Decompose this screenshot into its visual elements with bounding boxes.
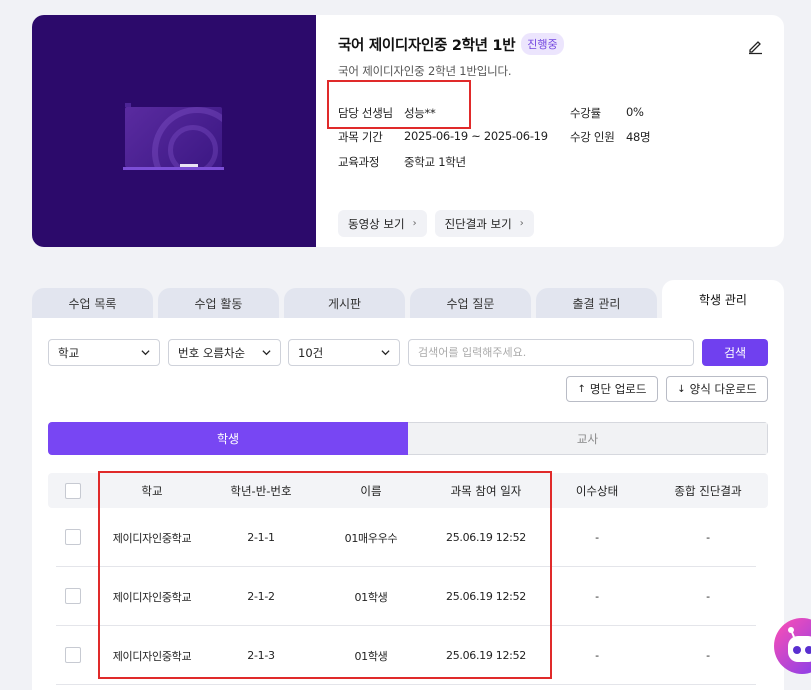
select-all-checkbox[interactable] — [65, 483, 81, 499]
roster-upload-button[interactable]: ↑ 명단 업로드 — [566, 376, 658, 402]
template-download-button[interactable]: ↓ 양식 다운로드 — [666, 376, 768, 402]
teachers-toggle[interactable]: 교사 — [408, 422, 768, 455]
curriculum-value: 중학교 1학년 — [404, 155, 466, 169]
upload-arrow-icon: ↑ — [577, 383, 586, 395]
video-view-button[interactable]: 동영상 보기 › — [338, 210, 427, 237]
pencil-icon[interactable] — [746, 37, 764, 55]
col-diagnosis-result: 종합 진단결과 — [674, 483, 742, 498]
chevron-right-icon: › — [519, 218, 524, 229]
completion-meta: 수강률 0% — [570, 105, 644, 120]
course-title: 국어 제이디자인중 2학년 1반 — [338, 37, 516, 54]
search-input[interactable] — [408, 339, 694, 366]
tab-lesson-list[interactable]: 수업 목록 — [32, 288, 153, 318]
tab-bar: 수업 목록 수업 활동 게시판 수업 질문 출결 관리 학생 관리 — [32, 280, 784, 318]
cell-diagnosis-result: - — [706, 531, 710, 544]
tab-board[interactable]: 게시판 — [284, 288, 405, 318]
role-toggle: 학생 교사 — [48, 422, 768, 455]
chatbot-fab[interactable] — [774, 618, 811, 674]
chevron-down-icon — [381, 350, 390, 356]
status-badge: 진행중 — [521, 33, 564, 55]
table-highlight-box — [98, 471, 552, 679]
school-select[interactable]: 학교 — [48, 339, 160, 366]
download-arrow-icon: ↓ — [677, 383, 686, 395]
tab-lesson-activity[interactable]: 수업 활동 — [158, 288, 279, 318]
period-value: 2025-06-19 ~ 2025-06-19 — [404, 129, 548, 143]
cell-diagnosis-result: - — [706, 590, 710, 603]
completion-value: 0% — [626, 105, 644, 119]
row-checkbox[interactable] — [65, 588, 81, 604]
cell-diagnosis-result: - — [706, 649, 710, 662]
tab-student-management[interactable]: 학생 관리 — [662, 280, 784, 318]
cell-completion-status: - — [595, 590, 599, 603]
chevron-right-icon: › — [412, 218, 417, 229]
chevron-down-icon — [262, 350, 271, 356]
sort-select[interactable]: 번호 오름차순 — [168, 339, 281, 366]
period-meta: 과목 기간 2025-06-19 ~ 2025-06-19 — [338, 129, 548, 144]
row-checkbox[interactable] — [65, 647, 81, 663]
tab-lesson-question[interactable]: 수업 질문 — [410, 288, 531, 318]
diagnosis-view-button[interactable]: 진단결과 보기 › — [434, 210, 534, 237]
tab-attendance[interactable]: 출결 관리 — [536, 288, 657, 318]
row-checkbox[interactable] — [65, 529, 81, 545]
course-card: 국어 제이디자인중 2학년 1반 진행중 국어 제이디자인중 2학년 1반입니다… — [32, 15, 784, 247]
chevron-down-icon — [141, 350, 150, 356]
students-toggle[interactable]: 학생 — [48, 422, 408, 455]
cell-completion-status: - — [595, 649, 599, 662]
chalkboard-illustration — [125, 107, 222, 167]
page-size-select[interactable]: 10건 — [288, 339, 400, 366]
search-button[interactable]: 검색 — [702, 339, 768, 366]
teacher-highlight-box — [327, 80, 471, 129]
enroll-value: 48명 — [626, 130, 651, 144]
course-info: 국어 제이디자인중 2학년 1반 진행중 국어 제이디자인중 2학년 1반입니다… — [338, 15, 784, 247]
course-description: 국어 제이디자인중 2학년 1반입니다. — [338, 64, 512, 78]
course-thumbnail — [32, 15, 316, 247]
enroll-meta: 수강 인원 48명 — [570, 130, 651, 144]
curriculum-meta: 교육과정 중학교 1학년 — [338, 155, 466, 169]
cell-completion-status: - — [595, 531, 599, 544]
robot-icon — [788, 627, 811, 662]
col-completion-status: 이수상태 — [575, 483, 619, 498]
